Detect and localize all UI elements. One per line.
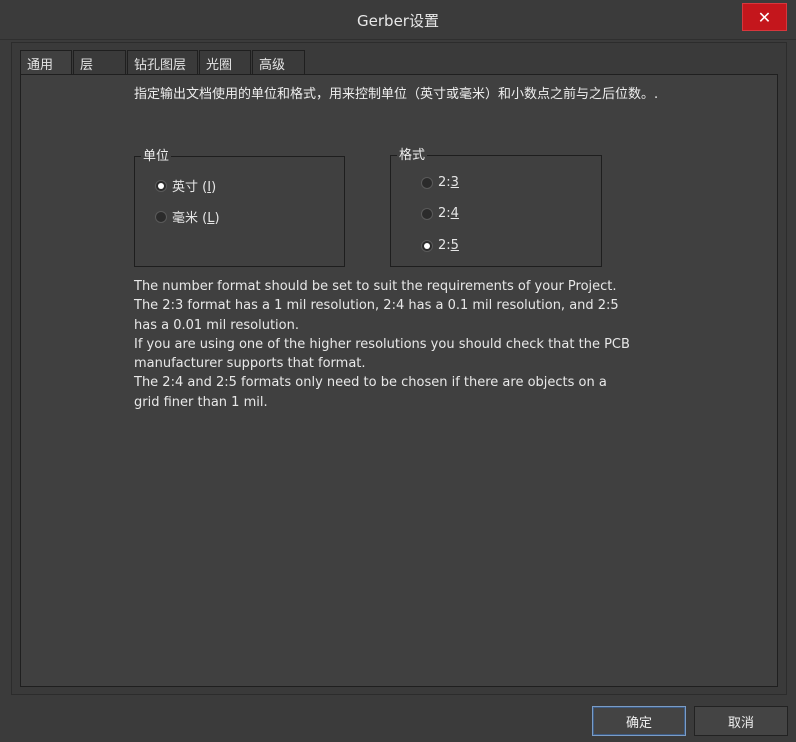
radio-format-2-4-label: 2:4 [438,206,459,221]
description-line: The 2:3 format has a 1 mil resolution, 2… [134,298,619,333]
tab-strip: 通用 层 钻孔图层 光圈 高级 [20,50,306,76]
radio-format-2-3-label: 2:3 [438,175,459,190]
close-icon: ✕ [757,7,772,27]
ok-button[interactable]: 确定 [592,706,686,736]
description-line: The 2:4 and 2:5 formats only need to be … [134,375,607,410]
radio-button[interactable] [155,210,167,223]
description-line: The number format should be set to suit … [134,279,617,294]
radio-millimeters-label: 毫米 (L) [172,211,220,226]
radio-format-2-3[interactable]: 2:3 [421,175,459,190]
close-button[interactable]: ✕ [742,3,787,31]
format-group-title: 格式 [397,148,428,164]
radio-format-2-4[interactable]: 2:4 [421,206,459,221]
intro-text: 指定输出文档使用的单位和格式，用来控制单位（英寸或毫米）和小数点之前与之后位数。… [134,87,659,102]
tab-layers[interactable]: 层 [73,50,126,75]
tab-general[interactable]: 通用 [20,50,72,76]
radio-millimeters[interactable]: 毫米 (L) [155,207,220,226]
title-bar: Gerber设置 ✕ [0,0,796,40]
tab-advanced[interactable]: 高级 [252,50,305,75]
description-line: If you are using one of the higher resol… [134,336,630,372]
radio-button-checked[interactable] [421,239,433,252]
format-description: The number format should be set to suit … [134,277,634,412]
radio-format-2-5-label: 2:5 [438,238,459,253]
tab-drill-drawing[interactable]: 钻孔图层 [127,50,198,75]
tab-apertures[interactable]: 光圈 [199,50,251,75]
radio-button-checked[interactable] [155,179,167,192]
units-group-title: 单位 [141,149,172,165]
cancel-button[interactable]: 取消 [694,706,788,736]
radio-button[interactable] [421,207,433,220]
radio-inches[interactable]: 英寸 (I) [155,176,216,195]
radio-format-2-5[interactable]: 2:5 [421,238,459,253]
radio-button[interactable] [421,176,433,189]
radio-inches-label: 英寸 (I) [172,180,217,195]
window-title: Gerber设置 [357,12,439,30]
